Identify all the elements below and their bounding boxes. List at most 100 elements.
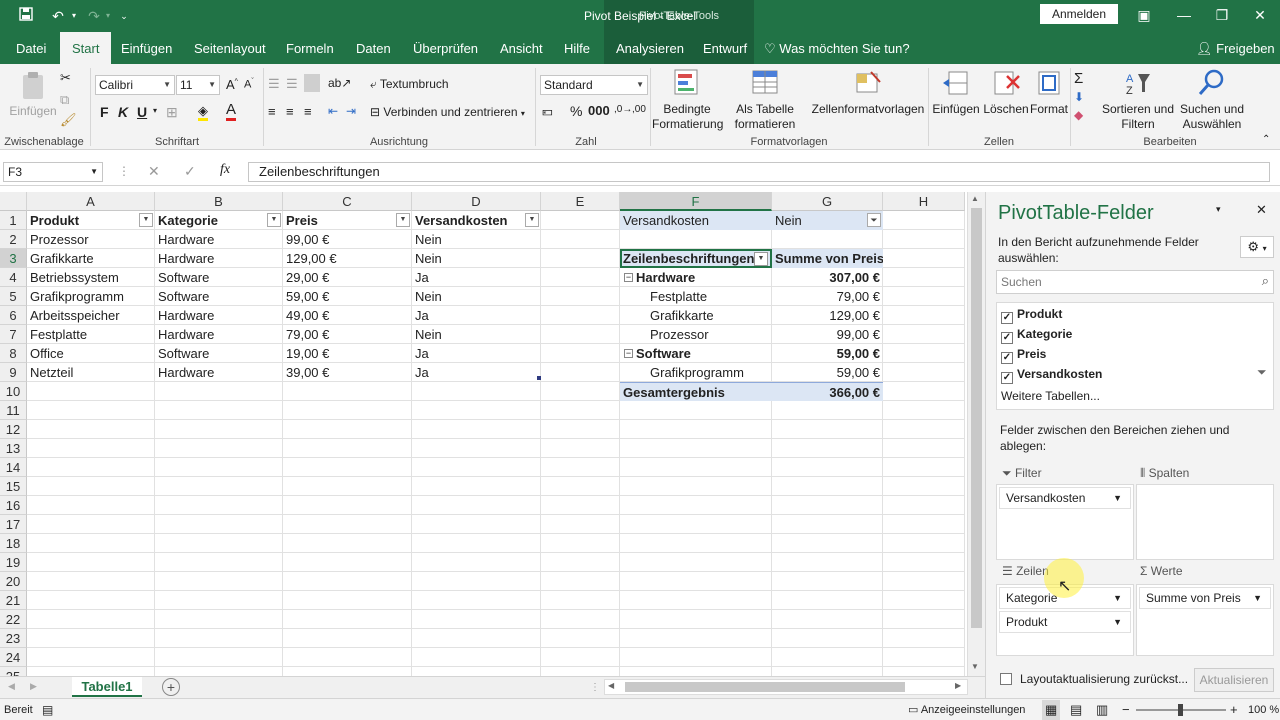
- underline-dropdown-icon[interactable]: ▾: [153, 106, 157, 115]
- row-header-18[interactable]: 18: [0, 534, 27, 553]
- table-cell[interactable]: Festplatte: [27, 325, 154, 344]
- filter-dropdown-icon[interactable]: ▼: [754, 252, 768, 266]
- pivot-filter-field[interactable]: Versandkosten: [620, 211, 772, 230]
- table-cell[interactable]: Hardware: [155, 306, 282, 325]
- grow-font-icon[interactable]: A^: [226, 77, 238, 92]
- minimize-icon[interactable]: —: [1164, 0, 1204, 32]
- checkbox-unchecked-icon[interactable]: [1000, 673, 1012, 685]
- prev-sheet-icon[interactable]: ◀: [8, 681, 15, 692]
- table-cell[interactable]: Hardware: [155, 230, 282, 249]
- fill-color-icon[interactable]: ◈: [198, 104, 208, 121]
- decrease-indent-icon[interactable]: ⇤: [328, 104, 338, 118]
- currency-icon[interactable]: 💶︎: [542, 104, 553, 119]
- column-header-d[interactable]: D: [412, 192, 541, 211]
- pivot-value-cell[interactable]: 59,00 €: [772, 344, 883, 363]
- table-cell[interactable]: Grafikkarte: [27, 249, 154, 268]
- tab-entwurf[interactable]: Entwurf: [703, 32, 747, 64]
- zoom-slider-thumb[interactable]: [1178, 704, 1183, 716]
- row-header-3[interactable]: 3: [0, 249, 27, 268]
- autosum-icon[interactable]: Σ: [1074, 70, 1083, 87]
- pivot-item-row[interactable]: Festplatte: [620, 287, 772, 306]
- gear-icon[interactable]: ⚙ ▾: [1240, 236, 1274, 258]
- font-size-combo[interactable]: 11 ▼: [176, 75, 220, 95]
- collapse-ribbon-icon[interactable]: ⌃: [1262, 134, 1270, 145]
- table-header-cell[interactable]: Versandkosten: [412, 211, 540, 230]
- formula-input[interactable]: Zeilenbeschriftungen: [248, 162, 1270, 182]
- sheet-tab-tabelle1[interactable]: Tabelle1: [72, 677, 142, 697]
- filter-dropdown-icon[interactable]: ▼: [267, 213, 281, 227]
- row-header-15[interactable]: 15: [0, 477, 27, 496]
- format-as-table-button[interactable]: Als Tabelle formatieren: [730, 68, 800, 132]
- row-header-8[interactable]: 8: [0, 344, 27, 363]
- tab-ansicht[interactable]: Ansicht: [500, 32, 543, 64]
- table-header-cell[interactable]: Kategorie: [155, 211, 282, 230]
- tab-ueberpruefen[interactable]: Überprüfen: [413, 32, 478, 64]
- underline-button[interactable]: U: [137, 104, 147, 120]
- table-cell[interactable]: Hardware: [155, 249, 282, 268]
- find-select-button[interactable]: Suchen und Auswählen: [1176, 68, 1248, 132]
- tab-datei[interactable]: Datei: [16, 32, 46, 64]
- row-header-14[interactable]: 14: [0, 458, 27, 477]
- table-cell[interactable]: Prozessor: [27, 230, 154, 249]
- insert-function-icon[interactable]: fx: [220, 162, 230, 178]
- defer-update-checkbox[interactable]: Layoutaktualisierung zurückst...: [1000, 672, 1188, 686]
- signin-button[interactable]: Anmelden: [1040, 4, 1118, 24]
- align-center-icon[interactable]: ≡: [286, 104, 294, 119]
- pivot-value-header[interactable]: Summe von Preis: [772, 249, 883, 268]
- table-cell[interactable]: Ja: [412, 344, 540, 363]
- tab-hilfe[interactable]: Hilfe: [564, 32, 590, 64]
- field-item-produkt[interactable]: ✓ Produkt: [1001, 307, 1062, 324]
- undo-icon[interactable]: ↶: [46, 4, 70, 28]
- scroll-right-icon[interactable]: ▶: [955, 681, 961, 690]
- checkbox-checked-icon[interactable]: ✓: [1001, 312, 1013, 324]
- checkbox-checked-icon[interactable]: ✓: [1001, 332, 1013, 344]
- macro-recording-icon[interactable]: ▤: [42, 699, 53, 720]
- tab-einfuegen[interactable]: Einfügen: [121, 32, 172, 64]
- row-header-17[interactable]: 17: [0, 515, 27, 534]
- scroll-thumb[interactable]: [971, 208, 982, 628]
- table-cell[interactable]: 99,00 €: [283, 230, 411, 249]
- filter-dropdown-icon[interactable]: ▼: [525, 213, 539, 227]
- table-cell[interactable]: Ja: [412, 268, 540, 287]
- field-item-kategorie[interactable]: ✓ Kategorie: [1001, 327, 1072, 344]
- italic-button[interactable]: K: [118, 104, 128, 120]
- shrink-font-icon[interactable]: Aˇ: [244, 78, 254, 91]
- fill-icon[interactable]: ⬇: [1074, 90, 1084, 104]
- row-header-6[interactable]: 6: [0, 306, 27, 325]
- close-icon[interactable]: ✕: [1240, 0, 1280, 32]
- percent-icon[interactable]: %: [570, 103, 582, 119]
- align-top-icon[interactable]: ☰: [268, 76, 280, 92]
- align-left-icon[interactable]: ≡: [268, 104, 276, 119]
- undo-dropdown-icon[interactable]: ▾: [68, 4, 80, 28]
- clear-icon[interactable]: ◆: [1074, 108, 1083, 122]
- pivot-row-label-header[interactable]: Zeilenbeschriftungen: [620, 249, 772, 268]
- pivot-value-cell[interactable]: 59,00 €: [772, 363, 883, 382]
- column-header-h[interactable]: H: [883, 192, 965, 211]
- filter-dropdown-icon[interactable]: ▼: [139, 213, 153, 227]
- merge-center-button[interactable]: ⊟ Verbinden und zentrieren ▾: [370, 105, 525, 119]
- vertical-scrollbar[interactable]: ▲ ▼: [967, 192, 985, 676]
- row-header-7[interactable]: 7: [0, 325, 27, 344]
- close-icon[interactable]: ✕: [1256, 202, 1267, 218]
- format-painter-icon[interactable]: 🖌︎: [60, 112, 77, 128]
- scroll-down-icon[interactable]: ▼: [971, 662, 979, 671]
- pane-options-icon[interactable]: ▾: [1216, 204, 1221, 215]
- horizontal-scroll-thumb[interactable]: [625, 682, 905, 692]
- zoom-in-icon[interactable]: +: [1230, 699, 1238, 720]
- worksheet-grid[interactable]: A B C D E F G H 1 2 3 4 5 6 7 8 9 10 11 12 13 14 15 16 17 18 19 20 2…: [0, 192, 965, 676]
- pivot-group-row[interactable]: Software: [620, 344, 772, 363]
- tab-formeln[interactable]: Formeln: [286, 32, 334, 64]
- row-header-11[interactable]: 11: [0, 401, 27, 420]
- table-cell[interactable]: Hardware: [155, 325, 282, 344]
- bold-button[interactable]: F: [100, 104, 109, 120]
- table-cell[interactable]: Grafikprogramm: [27, 287, 154, 306]
- table-cell[interactable]: Nein: [412, 287, 540, 306]
- table-cell[interactable]: Nein: [412, 249, 540, 268]
- column-header-f[interactable]: F: [620, 192, 772, 211]
- table-cell[interactable]: 49,00 €: [283, 306, 411, 325]
- paste-button[interactable]: Einfügen: [8, 70, 58, 119]
- font-color-icon[interactable]: A: [226, 102, 237, 121]
- next-sheet-icon[interactable]: ▶: [30, 681, 37, 692]
- pivot-value-cell[interactable]: 307,00 €: [772, 268, 883, 287]
- customize-toolbar-icon[interactable]: ⌄: [116, 4, 132, 28]
